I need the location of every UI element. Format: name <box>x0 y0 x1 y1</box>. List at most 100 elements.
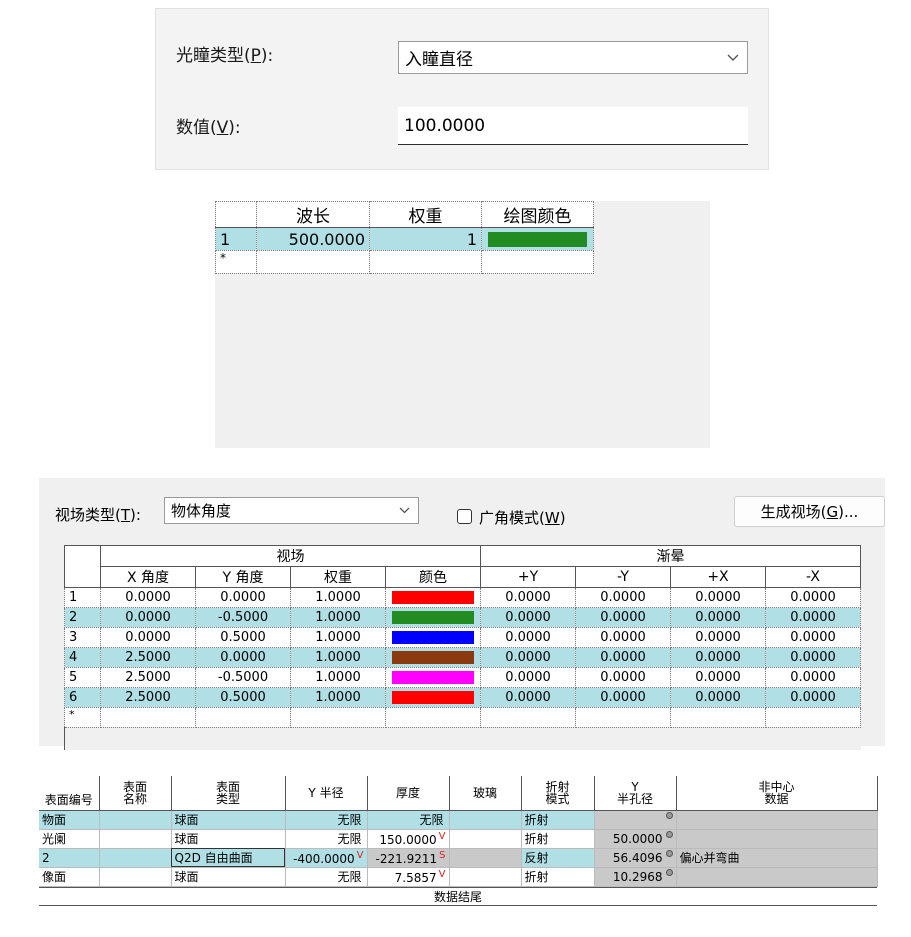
y-radius-cell[interactable]: 无限 <box>285 867 368 887</box>
y-angle-cell[interactable]: 0.5000 <box>195 687 291 708</box>
color-cell[interactable] <box>385 587 481 608</box>
surface-type-cell[interactable]: 球面 <box>171 829 286 849</box>
new-row[interactable]: * <box>64 707 861 728</box>
empty-cell[interactable] <box>100 707 196 728</box>
field-type-dropdown[interactable]: 物体角度 <box>164 497 419 524</box>
corner-cell[interactable] <box>215 201 257 228</box>
surface-number-cell[interactable]: 光阑 <box>39 829 100 849</box>
y-semi-aperture-header[interactable]: Y 半孔径 <box>594 776 677 811</box>
vignetting-minus-y-header[interactable]: -Y <box>575 566 671 588</box>
color-cell[interactable] <box>385 647 481 668</box>
thickness-cell[interactable]: 无限 <box>367 810 450 830</box>
surface-name-header[interactable]: 表面 名称 <box>99 776 172 811</box>
empty-cell[interactable] <box>369 250 482 274</box>
surface-name-cell[interactable] <box>99 810 172 830</box>
x-angle-cell[interactable]: 0.0000 <box>100 587 196 608</box>
x-angle-cell[interactable]: 0.0000 <box>100 607 196 628</box>
glass-cell[interactable] <box>449 848 522 868</box>
vignetting-plus-y-cell[interactable]: 0.0000 <box>480 647 576 668</box>
surface-name-cell[interactable] <box>99 848 172 868</box>
empty-cell[interactable] <box>385 707 481 728</box>
x-angle-cell[interactable]: 0.0000 <box>100 627 196 648</box>
vignetting-minus-x-cell[interactable]: 0.0000 <box>765 687 861 708</box>
table-row[interactable]: 光阑 球面 无限 150.0000 V 折射 50.0000 <box>39 829 878 849</box>
y-semi-aperture-cell[interactable]: 10.2968 <box>594 867 677 887</box>
color-cell[interactable] <box>385 627 481 648</box>
color-cell[interactable] <box>385 607 481 628</box>
empty-cell[interactable] <box>670 707 766 728</box>
vignetting-plus-y-cell[interactable]: 0.0000 <box>480 687 576 708</box>
y-angle-cell[interactable]: 0.0000 <box>195 647 291 668</box>
corner-cell[interactable] <box>64 545 101 588</box>
table-row[interactable]: 2 Q2D 自由曲面 -400.0000 V -221.9211 S 反射 56.4096 偏心… <box>39 848 878 868</box>
vignetting-minus-y-cell[interactable]: 0.0000 <box>575 627 671 648</box>
surface-type-cell[interactable]: Q2D 自由曲面 <box>171 848 286 868</box>
vignetting-plus-x-header[interactable]: +X <box>670 566 766 588</box>
glass-cell[interactable] <box>449 829 522 849</box>
table-row[interactable]: 5 2.5000 -0.5000 1.0000 0.0000 0.0000 0.0000 0.… <box>64 667 861 688</box>
empty-cell[interactable] <box>195 707 291 728</box>
color-cell[interactable] <box>385 667 481 688</box>
vignetting-plus-x-cell[interactable]: 0.0000 <box>670 607 766 628</box>
table-row[interactable]: 1 500.0000 1 <box>215 227 594 251</box>
new-row[interactable]: * <box>215 250 594 274</box>
vignetting-minus-y-cell[interactable]: 0.0000 <box>575 687 671 708</box>
empty-cell[interactable] <box>290 707 386 728</box>
empty-cell[interactable] <box>765 707 861 728</box>
thickness-cell[interactable]: -221.9211 S <box>367 848 450 868</box>
y-semi-aperture-cell[interactable] <box>594 810 677 830</box>
surface-type-cell[interactable]: 球面 <box>171 867 286 887</box>
table-row[interactable]: 6 2.5000 0.5000 1.0000 0.0000 0.0000 0.0000 0.0… <box>64 687 861 708</box>
refract-mode-header[interactable]: 折射 模式 <box>521 776 595 811</box>
vignetting-plus-y-cell[interactable]: 0.0000 <box>480 607 576 628</box>
thickness-header[interactable]: 厚度 <box>367 776 450 811</box>
decenter-data-cell[interactable]: 偏心并弯曲 <box>676 848 878 868</box>
y-semi-aperture-cell[interactable]: 56.4096 <box>594 848 677 868</box>
y-angle-cell[interactable]: 0.0000 <box>195 587 291 608</box>
x-angle-cell[interactable]: 2.5000 <box>100 667 196 688</box>
vignetting-minus-y-cell[interactable]: 0.0000 <box>575 607 671 628</box>
y-radius-header[interactable]: Y 半径 <box>285 776 368 811</box>
plot-color-column-header[interactable]: 绘图颜色 <box>481 201 594 228</box>
surface-number-header[interactable]: 表面编号 <box>39 776 100 811</box>
pupil-value-input[interactable]: 100.0000 <box>398 107 748 145</box>
vignetting-minus-x-cell[interactable]: 0.0000 <box>765 667 861 688</box>
table-row[interactable]: 1 0.0000 0.0000 1.0000 0.0000 0.0000 0.0000 0.0… <box>64 587 861 608</box>
weight-column-header[interactable]: 权重 <box>369 201 482 228</box>
surface-number-cell[interactable]: 物面 <box>39 810 100 830</box>
surface-number-cell[interactable]: 像面 <box>39 867 100 887</box>
vignetting-plus-y-cell[interactable]: 0.0000 <box>480 587 576 608</box>
vignetting-plus-x-cell[interactable]: 0.0000 <box>670 667 766 688</box>
weight-cell[interactable]: 1.0000 <box>290 627 386 648</box>
vignetting-minus-x-cell[interactable]: 0.0000 <box>765 587 861 608</box>
y-radius-cell[interactable]: 无限 <box>285 810 368 830</box>
table-row[interactable]: 3 0.0000 0.5000 1.0000 0.0000 0.0000 0.0000 0.0… <box>64 627 861 648</box>
thickness-cell[interactable]: 7.5857 V <box>367 867 450 887</box>
table-row[interactable]: 像面 球面 无限 7.5857 V 折射 10.2968 <box>39 867 878 887</box>
y-radius-cell[interactable]: 无限 <box>285 829 368 849</box>
surface-type-cell[interactable]: 球面 <box>171 810 286 830</box>
wavelength-column-header[interactable]: 波长 <box>256 201 370 228</box>
surface-type-header[interactable]: 表面 类型 <box>171 776 286 811</box>
weight-cell[interactable]: 1.0000 <box>290 667 386 688</box>
weight-cell[interactable]: 1.0000 <box>290 607 386 628</box>
vignetting-minus-x-cell[interactable]: 0.0000 <box>765 647 861 668</box>
y-semi-aperture-cell[interactable]: 50.0000 <box>594 829 677 849</box>
glass-cell[interactable] <box>449 867 522 887</box>
vignetting-minus-y-cell[interactable]: 0.0000 <box>575 647 671 668</box>
decenter-data-header[interactable]: 非中心 数据 <box>676 776 878 811</box>
weight-cell[interactable]: 1 <box>369 227 482 251</box>
decenter-data-cell[interactable] <box>676 829 878 849</box>
weight-cell[interactable]: 1.0000 <box>290 587 386 608</box>
pupil-type-dropdown[interactable]: 入瞳直径 <box>398 41 748 74</box>
vignetting-plus-y-cell[interactable]: 0.0000 <box>480 667 576 688</box>
refract-mode-cell[interactable]: 折射 <box>521 829 595 849</box>
table-row[interactable]: 4 2.5000 0.0000 1.0000 0.0000 0.0000 0.0000 0.0… <box>64 647 861 668</box>
vignetting-plus-y-header[interactable]: +Y <box>480 566 576 588</box>
weight-cell[interactable]: 1.0000 <box>290 687 386 708</box>
x-angle-cell[interactable]: 2.5000 <box>100 647 196 668</box>
surface-name-cell[interactable] <box>99 867 172 887</box>
x-angle-cell[interactable]: 2.5000 <box>100 687 196 708</box>
empty-cell[interactable] <box>480 707 576 728</box>
refract-mode-cell[interactable]: 折射 <box>521 810 595 830</box>
